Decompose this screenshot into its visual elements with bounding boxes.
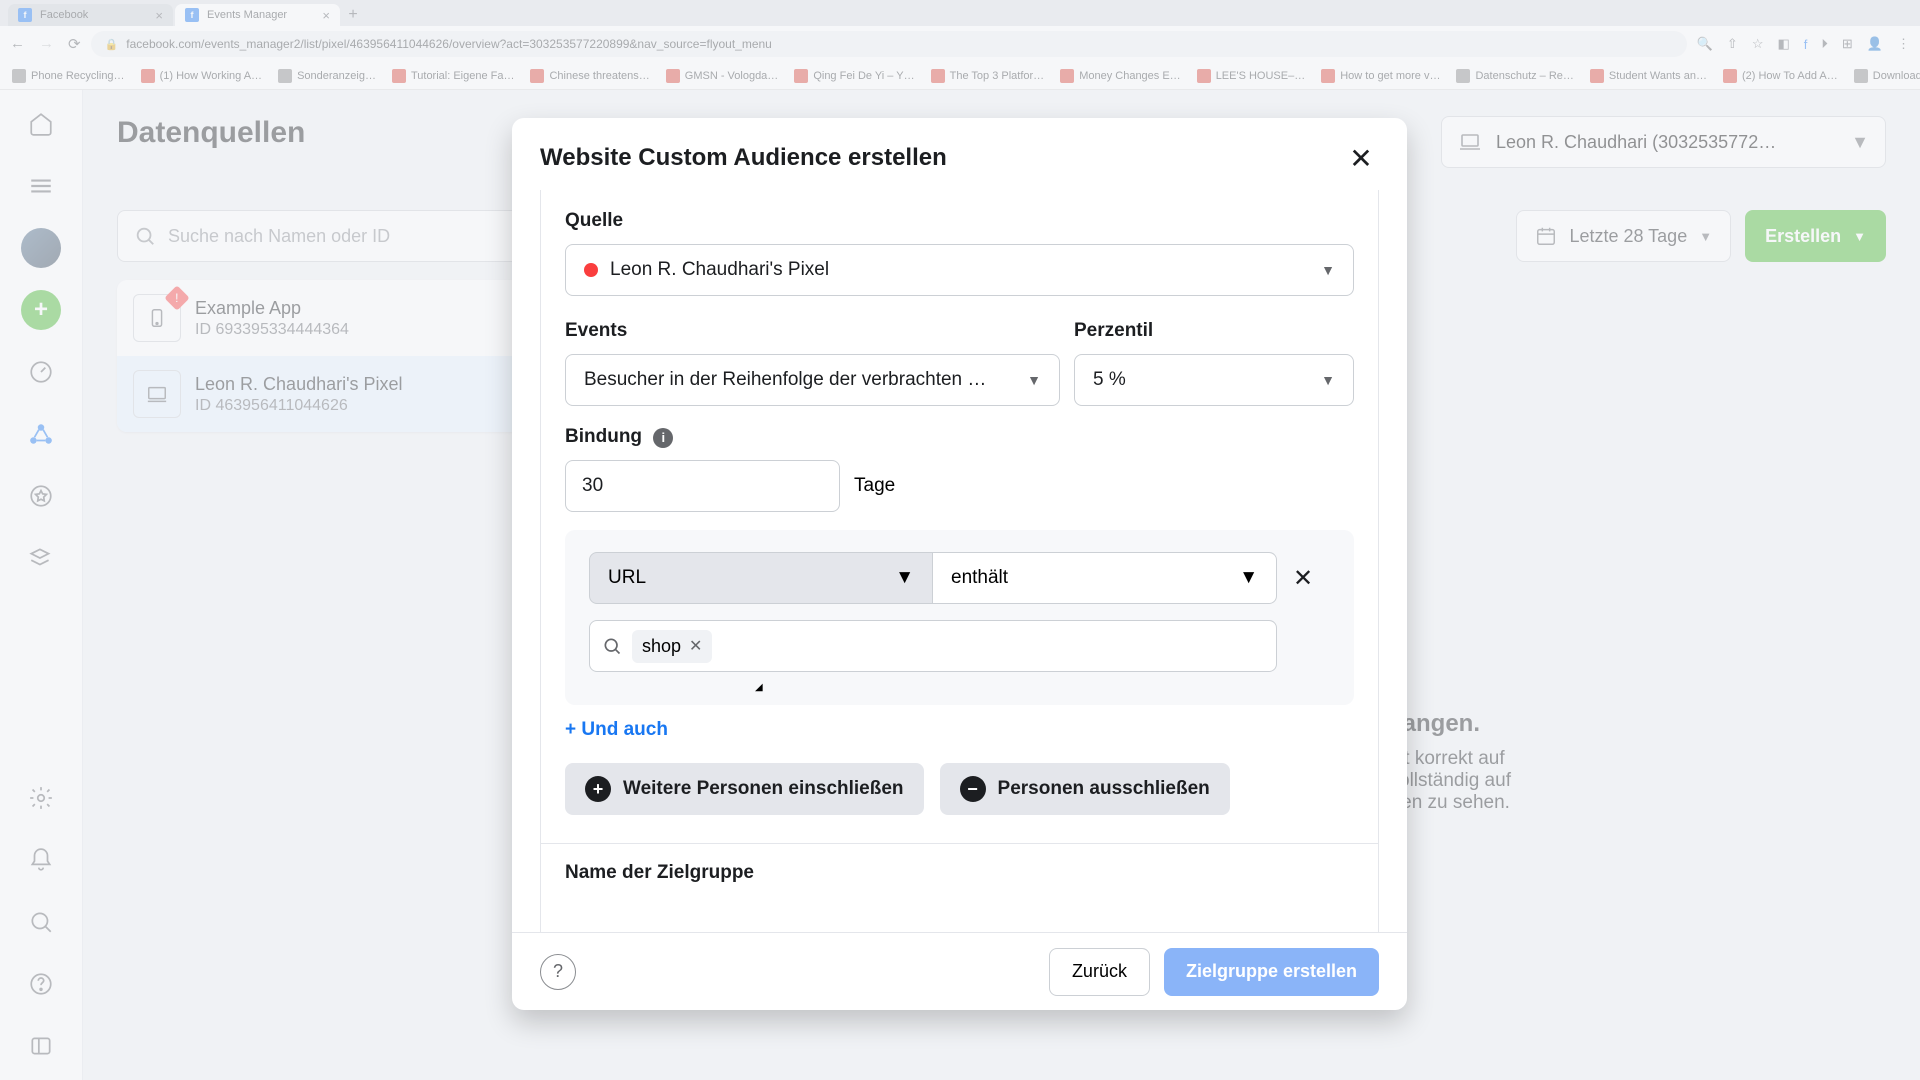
percentile-label: Perzentil — [1074, 320, 1354, 342]
back-button[interactable]: Zurück — [1049, 948, 1150, 996]
close-icon[interactable]: ✕ — [1343, 140, 1379, 176]
divider — [541, 843, 1378, 844]
filter-operator-select[interactable]: enthält ▼ — [933, 552, 1277, 604]
create-audience-button[interactable]: Zielgruppe erstellen — [1164, 948, 1379, 996]
modal-footer: ? Zurück Zielgruppe erstellen — [512, 932, 1407, 1010]
pixel-status-dot — [584, 263, 598, 277]
percentile-select[interactable]: 5 % ▼ — [1074, 354, 1354, 406]
retention-unit: Tage — [854, 475, 895, 497]
filter-value-input[interactable]: shop ✕ — [589, 620, 1277, 672]
chevron-down-icon: ▼ — [1239, 567, 1258, 589]
info-icon[interactable]: i — [653, 428, 673, 448]
cursor: ◢ — [755, 682, 1379, 693]
modal-title: Website Custom Audience erstellen — [540, 144, 947, 172]
retention-label: Bindung i — [565, 426, 1354, 448]
chevron-down-icon: ▼ — [895, 567, 914, 589]
retention-input[interactable] — [565, 460, 840, 512]
remove-filter-icon[interactable]: ✕ — [1293, 564, 1313, 593]
help-icon[interactable]: ? — [540, 954, 576, 990]
filter-token: shop ✕ — [632, 630, 712, 663]
filter-box: URL ▼ enthält ▼ ✕ shop ✕ ◢ — [565, 530, 1354, 705]
audience-name-label: Name der Zielgruppe — [565, 862, 1354, 884]
plus-icon: + — [585, 776, 611, 802]
remove-token-icon[interactable]: ✕ — [689, 636, 702, 656]
add-also-link[interactable]: + Und auch — [565, 719, 1354, 741]
events-label: Events — [565, 320, 1060, 342]
events-select[interactable]: Besucher in der Reihenfolge der verbrach… — [565, 354, 1060, 406]
include-more-button[interactable]: + Weitere Personen einschließen — [565, 763, 924, 815]
source-label: Quelle — [565, 210, 1354, 232]
create-audience-modal: Website Custom Audience erstellen ✕ Quel… — [512, 118, 1407, 1010]
minus-icon: − — [960, 776, 986, 802]
chevron-down-icon: ▼ — [1321, 262, 1335, 278]
modal-body: Quelle Leon R. Chaudhari's Pixel ▼ Event… — [512, 190, 1407, 932]
modal-header: Website Custom Audience erstellen ✕ — [512, 118, 1407, 190]
chevron-down-icon: ▼ — [1321, 372, 1335, 388]
exclude-button[interactable]: − Personen ausschließen — [940, 763, 1230, 815]
search-icon — [602, 636, 622, 656]
source-select[interactable]: Leon R. Chaudhari's Pixel ▼ — [565, 244, 1354, 296]
chevron-down-icon: ▼ — [1027, 372, 1041, 388]
filter-field-select[interactable]: URL ▼ — [589, 552, 933, 604]
